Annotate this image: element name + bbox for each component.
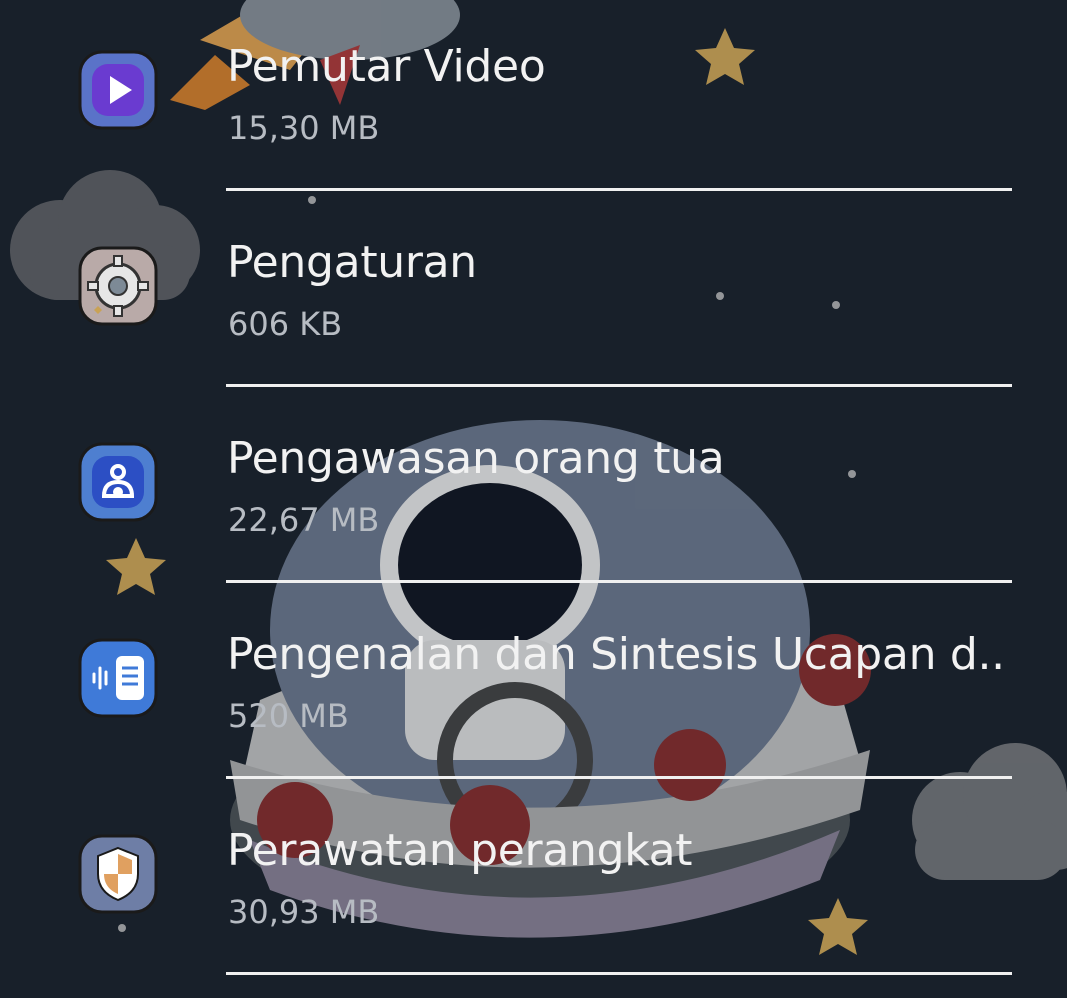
settings-gear-icon (78, 246, 158, 326)
divider (226, 972, 1012, 975)
divider (226, 188, 1012, 191)
app-size: 15,30 MB (228, 109, 380, 147)
list-item[interactable]: Pengenalan dan Sintesis Ucapan d.. 520 M… (0, 606, 1067, 802)
list-item[interactable]: Pengawasan orang tua 22,67 MB (0, 410, 1067, 606)
video-player-icon (78, 50, 158, 130)
list-item[interactable]: Pemutar Video 15,30 MB (0, 18, 1067, 214)
parental-control-icon (78, 442, 158, 522)
app-name: Pemutar Video (227, 41, 546, 92)
divider (226, 580, 1012, 583)
app-size: 30,93 MB (228, 893, 380, 931)
list-item[interactable]: Pengaturan 606 KB (0, 214, 1067, 410)
app-size: 520 MB (228, 697, 349, 735)
app-name: Perawatan perangkat (227, 825, 693, 876)
app-name: Pengawasan orang tua (227, 433, 725, 484)
app-name: Pengaturan (227, 237, 477, 288)
list-item[interactable]: Perawatan perangkat 30,93 MB (0, 802, 1067, 998)
speech-recognition-icon (78, 638, 158, 718)
app-size: 606 KB (228, 305, 343, 343)
device-care-shield-icon (78, 834, 158, 914)
divider (226, 384, 1012, 387)
app-name: Pengenalan dan Sintesis Ucapan d.. (227, 629, 1005, 680)
app-list: Pemutar Video 15,30 MB Pengaturan 606 KB (0, 0, 1067, 978)
app-size: 22,67 MB (228, 501, 380, 539)
divider (226, 776, 1012, 779)
